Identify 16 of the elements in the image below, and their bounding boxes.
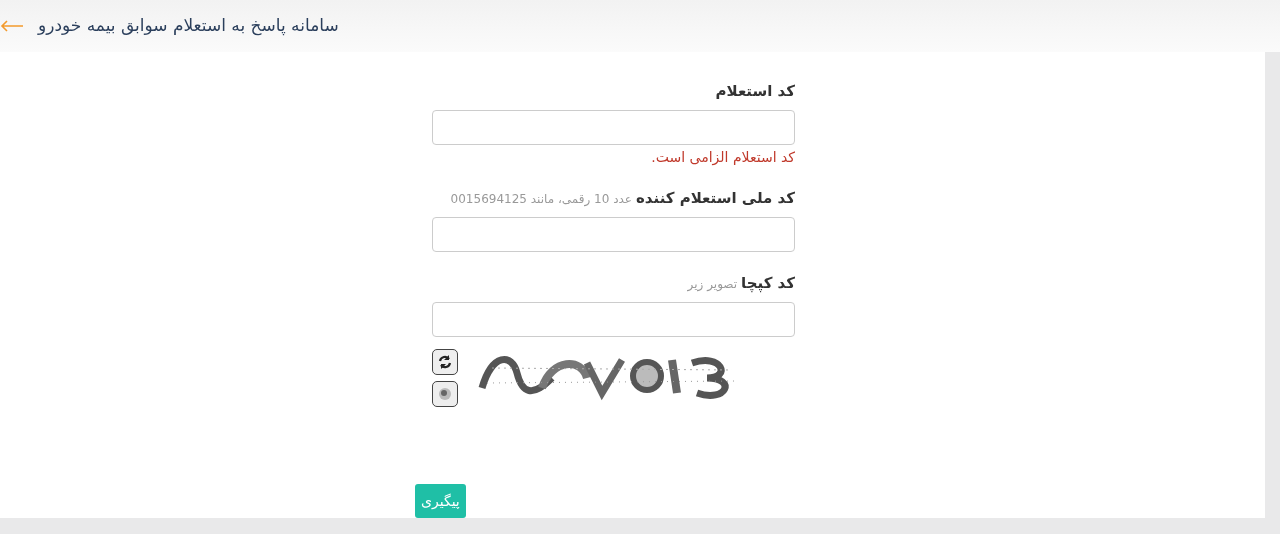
field-label: کد استعلام	[715, 81, 795, 102]
input-field[interactable]	[432, 217, 795, 252]
input-field[interactable]	[432, 110, 795, 145]
refresh-button[interactable]	[432, 349, 458, 375]
page-title: سامانه پاسخ به استعلام سوابق بیمه خودرو	[38, 14, 339, 38]
field-hint: تصویر زیر	[687, 276, 738, 293]
speaker-icon	[437, 386, 453, 402]
field-hint: عدد 10 رقمی، مانند 0015694125	[450, 191, 632, 208]
field-label: کد کپچا	[741, 273, 795, 295]
submit-button[interactable]: پیگیری	[415, 484, 466, 518]
refresh-icon	[437, 354, 453, 370]
error-message: کد استعلام الزامی است.	[650, 148, 795, 167]
field-label: کد ملی استعلام کننده	[636, 188, 795, 209]
audio-button[interactable]	[432, 381, 458, 407]
arrow-icon	[0, 20, 24, 32]
input-field[interactable]	[432, 302, 795, 337]
